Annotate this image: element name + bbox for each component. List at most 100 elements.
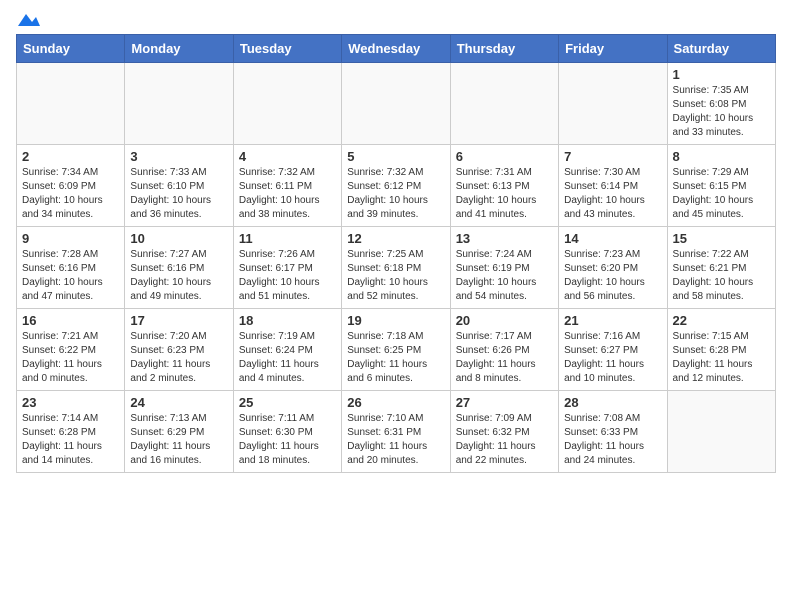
calendar-cell: 28Sunrise: 7:08 AM Sunset: 6:33 PM Dayli…	[559, 391, 667, 473]
calendar-table: SundayMondayTuesdayWednesdayThursdayFrid…	[16, 34, 776, 473]
calendar-cell: 19 Sunrise: 7:18 AM Sunset: 6:25 PM Dayli…	[342, 309, 450, 391]
calendar-cell: 6 Sunrise: 7:31 AM Sunset: 6:13 PM Daylig…	[450, 145, 558, 227]
day-info: Sunrise: 7:31 AM Sunset: 6:13 PM Dayligh…	[456, 166, 553, 222]
day-number: 14	[564, 231, 661, 246]
day-info: Sunrise: 7:14 AM Sunset: 6:28 PM Dayligh…	[22, 412, 119, 468]
week-row-2: 9 Sunrise: 7:28 AM Sunset: 6:16 PM Daylig…	[17, 227, 776, 309]
calendar-cell: 11 Sunrise: 7:26 AM Sunset: 6:17 PM Dayli…	[233, 227, 341, 309]
calendar-cell	[342, 63, 450, 145]
header-thursday: Thursday	[450, 35, 558, 63]
day-number: 26	[347, 395, 444, 410]
calendar-cell: 3 Sunrise: 7:33 AM Sunset: 6:10 PM Daylig…	[125, 145, 233, 227]
calendar-cell	[667, 391, 775, 473]
calendar-cell: 20 Sunrise: 7:17 AM Sunset: 6:26 PM Dayli…	[450, 309, 558, 391]
week-row-1: 2 Sunrise: 7:34 AM Sunset: 6:09 PM Daylig…	[17, 145, 776, 227]
header-monday: Monday	[125, 35, 233, 63]
day-info: Sunrise: 7:13 AM Sunset: 6:29 PM Dayligh…	[130, 412, 227, 468]
day-info: Sunrise: 7:11 AM Sunset: 6:30 PM Dayligh…	[239, 412, 336, 468]
calendar-cell	[559, 63, 667, 145]
day-number: 1	[673, 67, 770, 82]
day-number: 21	[564, 313, 661, 328]
day-info: Sunrise: 7:23 AM Sunset: 6:20 PM Dayligh…	[564, 248, 661, 304]
calendar-cell: 18Sunrise: 7:19 AM Sunset: 6:24 PM Dayli…	[233, 309, 341, 391]
day-number: 19	[347, 313, 444, 328]
day-info: Sunrise: 7:09 AM Sunset: 6:32 PM Dayligh…	[456, 412, 553, 468]
day-number: 11	[239, 231, 336, 246]
day-info: Sunrise: 7:25 AM Sunset: 6:18 PM Dayligh…	[347, 248, 444, 304]
day-number: 27	[456, 395, 553, 410]
calendar-cell: 12Sunrise: 7:25 AM Sunset: 6:18 PM Dayli…	[342, 227, 450, 309]
day-info: Sunrise: 7:21 AM Sunset: 6:22 PM Dayligh…	[22, 330, 119, 386]
day-number: 8	[673, 149, 770, 164]
calendar-cell	[233, 63, 341, 145]
day-number: 28	[564, 395, 661, 410]
day-number: 9	[22, 231, 119, 246]
day-number: 6	[456, 149, 553, 164]
day-number: 7	[564, 149, 661, 164]
header-tuesday: Tuesday	[233, 35, 341, 63]
calendar-cell: 9 Sunrise: 7:28 AM Sunset: 6:16 PM Daylig…	[17, 227, 125, 309]
day-number: 2	[22, 149, 119, 164]
header-sunday: Sunday	[17, 35, 125, 63]
day-info: Sunrise: 7:32 AM Sunset: 6:11 PM Dayligh…	[239, 166, 336, 222]
day-info: Sunrise: 7:22 AM Sunset: 6:21 PM Dayligh…	[673, 248, 770, 304]
day-number: 15	[673, 231, 770, 246]
page-header	[16, 16, 776, 22]
calendar-cell: 23 Sunrise: 7:14 AM Sunset: 6:28 PM Dayli…	[17, 391, 125, 473]
day-info: Sunrise: 7:33 AM Sunset: 6:10 PM Dayligh…	[130, 166, 227, 222]
day-number: 22	[673, 313, 770, 328]
day-info: Sunrise: 7:16 AM Sunset: 6:27 PM Dayligh…	[564, 330, 661, 386]
calendar-cell: 7 Sunrise: 7:30 AM Sunset: 6:14 PM Daylig…	[559, 145, 667, 227]
header-wednesday: Wednesday	[342, 35, 450, 63]
day-number: 20	[456, 313, 553, 328]
week-row-3: 16 Sunrise: 7:21 AM Sunset: 6:22 PM Dayli…	[17, 309, 776, 391]
day-number: 25	[239, 395, 336, 410]
week-row-0: 1 Sunrise: 7:35 AM Sunset: 6:08 PM Daylig…	[17, 63, 776, 145]
day-number: 24	[130, 395, 227, 410]
calendar-cell: 2 Sunrise: 7:34 AM Sunset: 6:09 PM Daylig…	[17, 145, 125, 227]
day-number: 3	[130, 149, 227, 164]
day-info: Sunrise: 7:30 AM Sunset: 6:14 PM Dayligh…	[564, 166, 661, 222]
calendar-cell: 27 Sunrise: 7:09 AM Sunset: 6:32 PM Dayli…	[450, 391, 558, 473]
week-row-4: 23 Sunrise: 7:14 AM Sunset: 6:28 PM Dayli…	[17, 391, 776, 473]
calendar-cell: 10Sunrise: 7:27 AM Sunset: 6:16 PM Dayli…	[125, 227, 233, 309]
day-info: Sunrise: 7:34 AM Sunset: 6:09 PM Dayligh…	[22, 166, 119, 222]
header-saturday: Saturday	[667, 35, 775, 63]
calendar-cell: 21 Sunrise: 7:16 AM Sunset: 6:27 PM Dayli…	[559, 309, 667, 391]
logo	[16, 16, 40, 22]
logo-icon	[18, 12, 40, 28]
calendar-cell: 4Sunrise: 7:32 AM Sunset: 6:11 PM Daylig…	[233, 145, 341, 227]
calendar-cell: 14 Sunrise: 7:23 AM Sunset: 6:20 PM Dayli…	[559, 227, 667, 309]
calendar-cell: 15 Sunrise: 7:22 AM Sunset: 6:21 PM Dayli…	[667, 227, 775, 309]
day-info: Sunrise: 7:18 AM Sunset: 6:25 PM Dayligh…	[347, 330, 444, 386]
calendar-cell	[125, 63, 233, 145]
day-info: Sunrise: 7:17 AM Sunset: 6:26 PM Dayligh…	[456, 330, 553, 386]
day-number: 17	[130, 313, 227, 328]
day-number: 23	[22, 395, 119, 410]
day-info: Sunrise: 7:24 AM Sunset: 6:19 PM Dayligh…	[456, 248, 553, 304]
calendar-cell	[17, 63, 125, 145]
calendar-cell: 5 Sunrise: 7:32 AM Sunset: 6:12 PM Daylig…	[342, 145, 450, 227]
day-info: Sunrise: 7:35 AM Sunset: 6:08 PM Dayligh…	[673, 84, 770, 140]
day-info: Sunrise: 7:10 AM Sunset: 6:31 PM Dayligh…	[347, 412, 444, 468]
calendar-cell: 16 Sunrise: 7:21 AM Sunset: 6:22 PM Dayli…	[17, 309, 125, 391]
day-info: Sunrise: 7:28 AM Sunset: 6:16 PM Dayligh…	[22, 248, 119, 304]
calendar-cell: 25 Sunrise: 7:11 AM Sunset: 6:30 PM Dayli…	[233, 391, 341, 473]
calendar-cell	[450, 63, 558, 145]
calendar-cell: 22Sunrise: 7:15 AM Sunset: 6:28 PM Dayli…	[667, 309, 775, 391]
calendar-cell: 8 Sunrise: 7:29 AM Sunset: 6:15 PM Daylig…	[667, 145, 775, 227]
calendar-header-row: SundayMondayTuesdayWednesdayThursdayFrid…	[17, 35, 776, 63]
calendar-cell: 17 Sunrise: 7:20 AM Sunset: 6:23 PM Dayli…	[125, 309, 233, 391]
day-number: 16	[22, 313, 119, 328]
day-info: Sunrise: 7:26 AM Sunset: 6:17 PM Dayligh…	[239, 248, 336, 304]
calendar-cell: 26 Sunrise: 7:10 AM Sunset: 6:31 PM Dayli…	[342, 391, 450, 473]
day-info: Sunrise: 7:32 AM Sunset: 6:12 PM Dayligh…	[347, 166, 444, 222]
calendar-cell: 1 Sunrise: 7:35 AM Sunset: 6:08 PM Daylig…	[667, 63, 775, 145]
day-info: Sunrise: 7:20 AM Sunset: 6:23 PM Dayligh…	[130, 330, 227, 386]
header-friday: Friday	[559, 35, 667, 63]
day-number: 18	[239, 313, 336, 328]
calendar-cell: 13Sunrise: 7:24 AM Sunset: 6:19 PM Dayli…	[450, 227, 558, 309]
day-info: Sunrise: 7:29 AM Sunset: 6:15 PM Dayligh…	[673, 166, 770, 222]
day-info: Sunrise: 7:27 AM Sunset: 6:16 PM Dayligh…	[130, 248, 227, 304]
day-number: 5	[347, 149, 444, 164]
